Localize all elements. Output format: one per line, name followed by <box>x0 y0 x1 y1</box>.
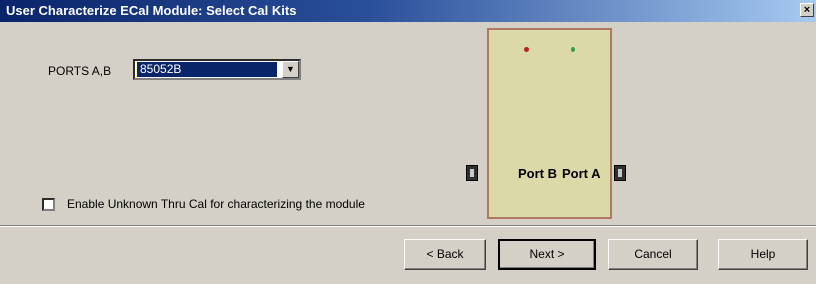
back-button[interactable]: < Back <box>404 239 486 270</box>
dialog-window: User Characterize ECal Module: Select Ca… <box>0 0 816 284</box>
port-a-label: Port A <box>562 166 601 181</box>
red-led-icon <box>524 47 529 52</box>
ports-select[interactable]: 85052B ▼ <box>133 59 301 80</box>
green-led-icon <box>571 47 575 52</box>
unknown-thru-label: Enable Unknown Thru Cal for characterizi… <box>67 197 365 211</box>
port-b-label: Port B <box>518 166 557 181</box>
ports-label: PORTS A,B <box>48 64 112 78</box>
title-bar: User Characterize ECal Module: Select Ca… <box>0 0 816 22</box>
next-button[interactable]: Next > <box>498 239 596 270</box>
unknown-thru-checkbox[interactable] <box>42 197 55 211</box>
unknown-thru-option[interactable]: Enable Unknown Thru Cal for characterizi… <box>42 197 365 211</box>
port-a-connector-icon <box>614 165 626 181</box>
divider <box>0 225 816 227</box>
help-button[interactable]: Help <box>718 239 808 270</box>
close-icon[interactable]: × <box>800 3 814 17</box>
ports-selected-value[interactable]: 85052B <box>136 61 278 78</box>
port-b-connector-icon <box>466 165 478 181</box>
chevron-down-icon[interactable]: ▼ <box>282 61 299 78</box>
ecal-module-image: Port B Port A <box>487 28 612 219</box>
window-title: User Characterize ECal Module: Select Ca… <box>6 3 297 18</box>
cancel-button[interactable]: Cancel <box>608 239 698 270</box>
